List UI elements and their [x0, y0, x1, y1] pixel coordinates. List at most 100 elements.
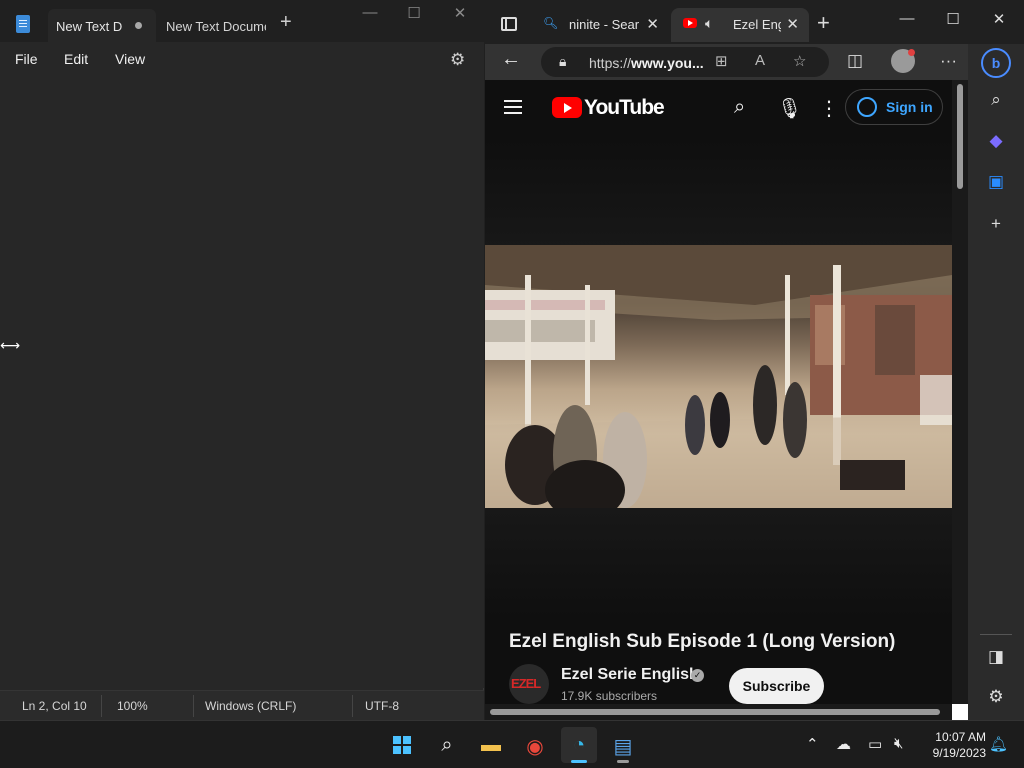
- edge-close-button[interactable]: ✕: [977, 10, 1021, 28]
- sign-in-button[interactable]: Sign in: [845, 89, 943, 125]
- youtube-icon: [683, 18, 697, 28]
- notepad-tab-active[interactable]: New Text D: [48, 9, 156, 42]
- taskbar-edge[interactable]: ◔: [561, 727, 597, 763]
- unsaved-dot-icon: [135, 22, 142, 29]
- volume-muted-icon[interactable]: 🔇︎: [894, 735, 903, 752]
- status-divider: [352, 695, 353, 717]
- add-icon[interactable]: +: [986, 214, 1006, 234]
- favorite-star-icon[interactable]: ☆: [793, 52, 806, 70]
- notepad-statusbar: Ln 2, Col 10 100% Windows (CRLF) UTF-8: [0, 690, 484, 720]
- bing-icon[interactable]: b: [981, 48, 1011, 78]
- clock-date: 9/19/2023: [932, 746, 986, 760]
- notepad-tab-label: New Text Docume: [166, 19, 266, 34]
- cursor-position: Ln 2, Col 10: [22, 699, 87, 713]
- taskbar-search-button[interactable]: ⌕: [429, 727, 465, 763]
- scrollbar-thumb[interactable]: [490, 709, 940, 715]
- channel-avatar[interactable]: EZEL: [509, 664, 549, 704]
- sidebar-divider: [980, 634, 1012, 635]
- notepad-menubar: File Edit View ⚙: [0, 42, 484, 76]
- status-divider: [101, 695, 102, 717]
- account-icon: [857, 97, 877, 117]
- settings-icon[interactable]: ⚙: [986, 687, 1006, 707]
- notepad-editor[interactable]: [0, 76, 484, 688]
- profile-icon[interactable]: [891, 49, 915, 73]
- taskbar-clock[interactable]: 10:07 AM 9/19/2023: [920, 729, 986, 761]
- tab-actions-icon[interactable]: [501, 17, 517, 31]
- notepad-new-tab-button[interactable]: +: [280, 12, 292, 32]
- channel-name[interactable]: Ezel Serie English: [561, 666, 699, 684]
- more-icon[interactable]: ···: [940, 51, 957, 71]
- chevron-up-icon[interactable]: ⌃: [806, 735, 819, 753]
- edge-minimize-button[interactable]: —: [885, 10, 929, 27]
- close-tab-icon[interactable]: ✕: [786, 15, 799, 33]
- start-button[interactable]: [384, 727, 420, 763]
- copilot-icon[interactable]: ◆: [986, 131, 1006, 151]
- network-icon[interactable]: ▭: [868, 735, 882, 753]
- back-arrow-icon[interactable]: ←: [501, 48, 521, 71]
- notepad-titlebar[interactable]: New Text D New Text Docume + — ☐ ✕: [0, 0, 484, 42]
- outlook-icon[interactable]: ▣: [986, 172, 1006, 192]
- zoom-level: 100%: [117, 699, 148, 713]
- microphone-icon[interactable]: 🎙︎: [777, 96, 802, 121]
- url-text[interactable]: https://www.you...: [589, 55, 704, 71]
- verified-check-icon: ✓: [691, 669, 704, 682]
- edge-maximize-button[interactable]: ☐: [931, 10, 975, 28]
- notepad-app-icon: [16, 15, 30, 33]
- status-divider: [193, 695, 194, 717]
- edge-icon: ◔: [572, 734, 586, 756]
- notepad-tab-inactive[interactable]: New Text Docume: [158, 9, 266, 42]
- search-icon[interactable]: ⌕: [734, 96, 745, 119]
- vertical-scrollbar[interactable]: [952, 80, 968, 704]
- active-app-indicator: [571, 760, 587, 763]
- tab-search[interactable]: 🔍︎ ninite - Search ✕: [533, 8, 669, 42]
- close-tab-icon[interactable]: ✕: [646, 15, 659, 33]
- split-screen-icon[interactable]: ◫: [847, 51, 863, 71]
- tab-label: Ezel English: [733, 17, 781, 32]
- menu-view[interactable]: View: [115, 51, 145, 67]
- notepad-tab-label: New Text D: [56, 19, 123, 34]
- lock-icon[interactable]: 🔒︎: [559, 53, 566, 70]
- player-letterbox: [485, 140, 952, 250]
- search-icon: 🔍︎: [543, 16, 559, 30]
- read-aloud-icon[interactable]: A: [755, 52, 765, 69]
- youtube-page: YouTube ⌕ 🎙︎ ⋮ Sign in Ezel English Sub …: [485, 80, 952, 720]
- kebab-menu-icon[interactable]: ⋮: [819, 96, 839, 121]
- horizontal-scrollbar[interactable]: [485, 704, 952, 720]
- taskbar-file-explorer[interactable]: ▬: [473, 727, 509, 763]
- apps-icon[interactable]: ⊞: [715, 52, 728, 70]
- notepad-icon: ▤: [613, 736, 633, 758]
- edge-tabbar: 🔍︎ ninite - Search ✕ 🔈︎ Ezel English ✕ +…: [485, 0, 1024, 44]
- notepad-close-button[interactable]: ✕: [440, 4, 480, 22]
- player-letterbox: [485, 508, 952, 618]
- notepad-maximize-button[interactable]: ☐: [394, 4, 434, 22]
- notepad-minimize-button[interactable]: —: [350, 4, 390, 21]
- subscriber-count: 17.9K subscribers: [561, 689, 658, 703]
- address-bar[interactable]: 🔒︎ https://www.you... ⊞ A ☆: [541, 47, 829, 77]
- desktop: New Text D New Text Docume + — ☐ ✕ File …: [0, 0, 1024, 768]
- notification-bell-icon[interactable]: 🔔︎: [989, 735, 1008, 753]
- video-player[interactable]: [485, 245, 952, 508]
- running-app-indicator: [617, 760, 629, 763]
- youtube-logo-icon[interactable]: [552, 97, 582, 118]
- menu-file[interactable]: File: [15, 51, 38, 67]
- search-icon: ⌕: [441, 734, 453, 756]
- resize-cursor-icon: ⟷: [0, 337, 21, 353]
- menu-edit[interactable]: Edit: [64, 51, 88, 67]
- edge-window: 🔍︎ ninite - Search ✕ 🔈︎ Ezel English ✕ +…: [485, 0, 1024, 720]
- scrollbar-thumb[interactable]: [957, 84, 963, 189]
- new-tab-button[interactable]: +: [817, 12, 830, 34]
- taskbar-chrome[interactable]: ◉: [517, 727, 553, 763]
- search-icon[interactable]: ⌕: [986, 90, 1006, 110]
- edge-toolbar: ← 🔒︎ https://www.you... ⊞ A ☆ ◫ ···: [485, 44, 1024, 80]
- youtube-logo-text[interactable]: YouTube: [584, 96, 665, 120]
- settings-gear-icon[interactable]: ⚙: [450, 50, 465, 70]
- speaker-icon[interactable]: 🔈︎: [705, 15, 713, 32]
- hamburger-menu-icon[interactable]: [504, 100, 522, 102]
- video-title: Ezel English Sub Episode 1 (Long Version…: [509, 631, 896, 652]
- subscribe-button[interactable]: Subscribe: [729, 668, 824, 704]
- tab-youtube[interactable]: 🔈︎ Ezel English ✕: [671, 8, 809, 42]
- hide-sidebar-icon[interactable]: ◨: [986, 647, 1006, 667]
- taskbar-notepad[interactable]: ▤: [605, 727, 641, 763]
- video-frame-image: [485, 245, 952, 508]
- onedrive-icon[interactable]: ☁: [836, 735, 851, 753]
